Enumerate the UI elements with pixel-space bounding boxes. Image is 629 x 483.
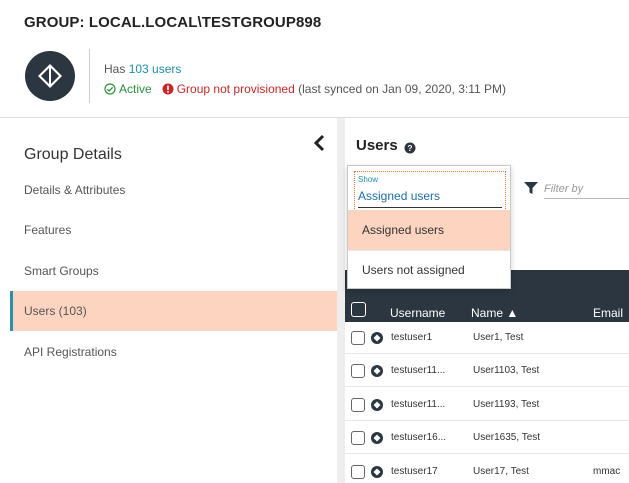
filter-input[interactable]: Filter by xyxy=(544,183,629,199)
show-dropdown[interactable]: Show Assigned users Assigned users Users… xyxy=(347,165,511,289)
row-checkbox[interactable] xyxy=(351,398,365,412)
row-checkbox[interactable] xyxy=(351,465,365,479)
row-email: mmac xyxy=(593,466,621,477)
chevron-left-icon[interactable] xyxy=(311,134,327,152)
row-username[interactable]: testuser11... xyxy=(391,365,445,376)
last-synced: (last synced on Jan 09, 2020, 3:11 PM) xyxy=(298,82,507,96)
page-title: GROUP: LOCAL.LOCAL\TESTGROUP898 xyxy=(24,14,322,31)
show-selected-value[interactable]: Assigned users xyxy=(358,189,440,203)
row-name: User1635, Test xyxy=(473,432,541,443)
user-diamond-icon xyxy=(371,466,383,478)
row-checkbox[interactable] xyxy=(351,364,365,378)
row-username[interactable]: testuser11... xyxy=(391,399,445,410)
users-count-link[interactable]: 103 users xyxy=(129,62,182,76)
col-name[interactable]: Name ▲ xyxy=(471,306,518,320)
users-count-line: Has 103 users xyxy=(104,62,181,76)
row-checkbox[interactable] xyxy=(351,331,365,345)
sidebar-item-details-attributes[interactable]: Details & Attributes xyxy=(10,170,337,210)
option-assigned-users[interactable]: Assigned users xyxy=(348,210,510,250)
row-name: User1, Test xyxy=(473,332,524,343)
sidebar-heading: Group Details xyxy=(24,146,122,163)
table-row[interactable]: testuser11... User1193, Test xyxy=(345,389,629,421)
table-row[interactable]: testuser17 User17, Test mmac xyxy=(345,456,629,483)
filter-icon[interactable] xyxy=(524,182,538,195)
user-diamond-icon xyxy=(371,432,383,444)
header-divider xyxy=(89,49,90,103)
diamond-logo-icon xyxy=(38,64,62,88)
select-underline xyxy=(358,207,502,208)
user-diamond-icon xyxy=(371,332,383,344)
table-row[interactable]: testuser11... User1103, Test xyxy=(345,355,629,387)
has-prefix: Has xyxy=(104,62,129,76)
row-username[interactable]: testuser17 xyxy=(391,466,438,477)
row-username[interactable]: testuser1 xyxy=(391,332,432,343)
sidebar-item-api-registrations[interactable]: API Registrations xyxy=(10,332,337,372)
check-circle-icon xyxy=(104,83,116,95)
status-line: Active Group not provisioned (last synce… xyxy=(104,82,506,96)
col-email[interactable]: Email xyxy=(593,306,623,320)
sidebar-item-features[interactable]: Features xyxy=(10,210,337,250)
row-username[interactable]: testuser16... xyxy=(391,432,446,443)
table-row[interactable]: testuser16... User1635, Test xyxy=(345,422,629,454)
users-title: Users xyxy=(356,137,398,154)
sidebar: Group Details Details & Attributes Featu… xyxy=(10,118,337,483)
table-row[interactable]: testuser1 User1, Test xyxy=(345,322,629,354)
col-username[interactable]: Username xyxy=(390,306,445,320)
sidebar-item-users[interactable]: Users (103) xyxy=(10,291,337,331)
user-diamond-icon xyxy=(371,399,383,411)
status-active: Active xyxy=(119,82,152,96)
show-label: Show xyxy=(358,175,379,184)
column-divider xyxy=(337,118,345,483)
status-error: Group not provisioned xyxy=(176,82,295,96)
row-name: User17, Test xyxy=(473,466,529,477)
svg-text:?: ? xyxy=(407,143,412,153)
select-all-checkbox[interactable] xyxy=(351,302,366,317)
sidebar-item-smart-groups[interactable]: Smart Groups xyxy=(10,251,337,291)
jumpcloud-logo xyxy=(25,51,75,101)
show-select[interactable]: Show Assigned users xyxy=(354,171,506,211)
help-icon[interactable]: ? xyxy=(404,142,416,154)
row-checkbox[interactable] xyxy=(351,431,365,445)
error-icon xyxy=(162,83,174,95)
option-users-not-assigned[interactable]: Users not assigned xyxy=(348,250,510,290)
row-name: User1103, Test xyxy=(473,365,540,376)
user-diamond-icon xyxy=(371,365,383,377)
row-name: User1193, Test xyxy=(473,399,540,410)
